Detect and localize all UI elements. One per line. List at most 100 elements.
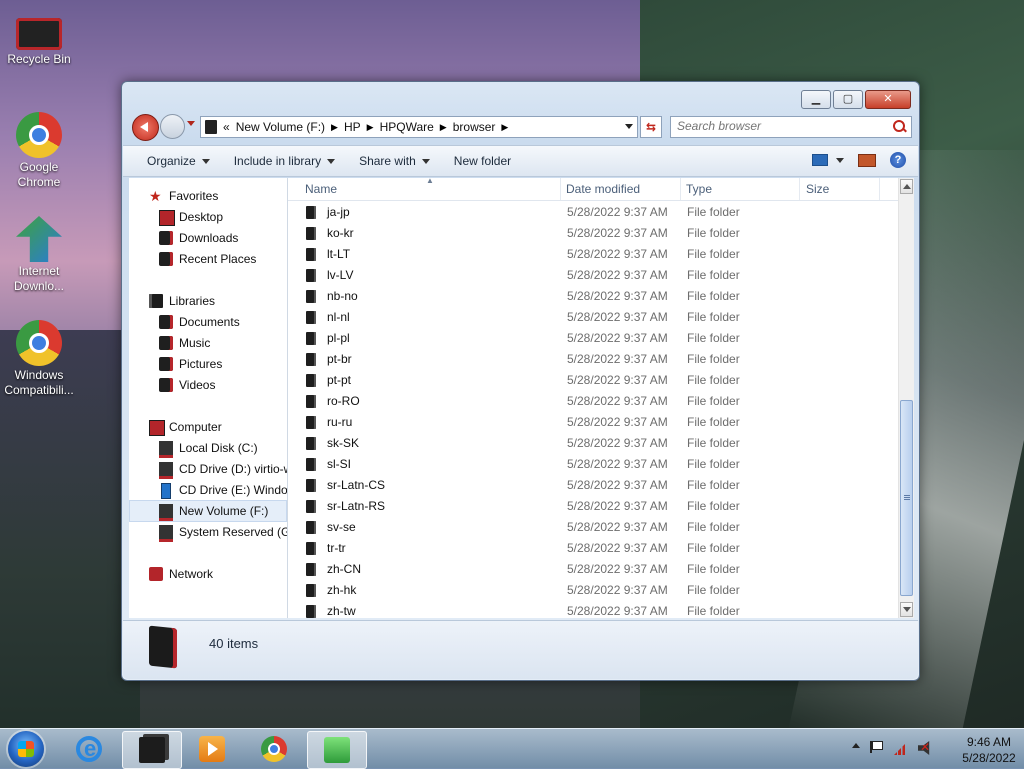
desktop-icon-internet-download-manager[interactable]: Internet Downlo... (1, 216, 77, 294)
table-row[interactable]: ko-kr 5/28/2022 9:37 AM File folder (288, 223, 888, 244)
breadcrumb-separator-icon[interactable]: ▶ (501, 122, 508, 133)
minimize-button[interactable]: ▁ (801, 90, 831, 109)
help-icon[interactable]: ? (890, 152, 906, 168)
network-signal-icon[interactable] (894, 741, 908, 755)
search-icon[interactable] (893, 120, 905, 132)
nav-downloads[interactable]: Downloads (129, 228, 287, 248)
breadcrumb-hpqware[interactable]: HPQWare (380, 120, 434, 134)
nav-local-disk-c[interactable]: Local Disk (C:) (129, 438, 287, 458)
refresh-button[interactable]: ⇆ (640, 116, 662, 138)
column-header-date-modified[interactable]: Date modified (566, 182, 640, 196)
breadcrumb-hp[interactable]: HP (344, 120, 361, 134)
new-folder-button[interactable]: New folder (442, 154, 523, 168)
nav-favorites[interactable]: ★ Favorites (129, 186, 287, 206)
scroll-grip-icon (904, 495, 910, 496)
file-date-modified: 5/28/2022 9:37 AM (567, 289, 668, 303)
table-row[interactable]: tr-tr 5/28/2022 9:37 AM File folder (288, 538, 888, 559)
nav-pictures[interactable]: Pictures (129, 354, 287, 374)
table-row[interactable]: lt-LT 5/28/2022 9:37 AM File folder (288, 244, 888, 265)
nav-network[interactable]: Network (129, 564, 287, 584)
table-row[interactable]: ru-ru 5/28/2022 9:37 AM File folder (288, 412, 888, 433)
taskbar-internet-explorer[interactable] (60, 731, 118, 767)
nav-documents[interactable]: Documents (129, 312, 287, 332)
scroll-thumb[interactable] (900, 400, 913, 596)
breadcrumb-separator-icon[interactable]: ▶ (331, 122, 338, 133)
column-header-type[interactable]: Type (686, 182, 712, 196)
address-bar[interactable]: « New Volume (F:) ▶ HP ▶ HPQWare ▶ brows… (200, 116, 638, 138)
folder-icon (306, 521, 316, 534)
table-row[interactable]: pt-pt 5/28/2022 9:37 AM File folder (288, 370, 888, 391)
scroll-up-button[interactable] (900, 179, 913, 194)
table-row[interactable]: zh-tw 5/28/2022 9:37 AM File folder (288, 601, 888, 622)
table-row[interactable]: zh-CN 5/28/2022 9:37 AM File folder (288, 559, 888, 580)
nav-cd-drive-d[interactable]: CD Drive (D:) virtio-w (129, 459, 287, 479)
breadcrumb-separator-icon[interactable]: ▶ (440, 122, 447, 133)
table-row[interactable]: pl-pl 5/28/2022 9:37 AM File folder (288, 328, 888, 349)
file-date-modified: 5/28/2022 9:37 AM (567, 541, 668, 555)
table-row[interactable]: lv-LV 5/28/2022 9:37 AM File folder (288, 265, 888, 286)
nav-new-volume-f[interactable]: New Volume (F:) (129, 500, 287, 522)
maximize-button[interactable]: ▢ (833, 90, 863, 109)
action-center-flag-icon[interactable] (870, 741, 884, 753)
organize-button[interactable]: Organize (135, 154, 222, 168)
clock[interactable]: 9:46 AM 5/28/2022 (954, 734, 1024, 766)
table-row[interactable]: sl-SI 5/28/2022 9:37 AM File folder (288, 454, 888, 475)
breadcrumb-browser[interactable]: browser (453, 120, 496, 134)
chrome-icon (16, 320, 62, 366)
table-row[interactable]: sr-Latn-RS 5/28/2022 9:37 AM File folder (288, 496, 888, 517)
start-button[interactable] (8, 731, 44, 767)
nav-computer[interactable]: Computer (129, 417, 287, 437)
search-box[interactable] (670, 116, 912, 138)
search-input[interactable] (671, 117, 887, 135)
nav-desktop[interactable]: Desktop (129, 207, 287, 227)
table-row[interactable]: ja-jp 5/28/2022 9:37 AM File folder (288, 202, 888, 223)
nav-system-reserved-g[interactable]: System Reserved (G: (129, 522, 287, 542)
column-header-size[interactable]: Size (806, 182, 829, 196)
column-divider[interactable] (680, 178, 681, 200)
nav-recent-places[interactable]: Recent Places (129, 249, 287, 269)
taskbar-windows-explorer[interactable] (122, 731, 182, 769)
forward-button[interactable] (160, 114, 185, 139)
vertical-scrollbar[interactable] (898, 178, 914, 618)
column-divider[interactable] (879, 178, 880, 200)
file-date-modified: 5/28/2022 9:37 AM (567, 331, 668, 345)
scroll-down-button[interactable] (900, 602, 913, 617)
change-view-button[interactable] (812, 154, 844, 166)
share-with-button[interactable]: Share with (347, 154, 442, 168)
table-row[interactable]: zh-hk 5/28/2022 9:37 AM File folder (288, 580, 888, 601)
desktop-icon-windows-compatibility[interactable]: Windows Compatibili... (1, 320, 77, 398)
table-row[interactable]: sr-Latn-CS 5/28/2022 9:37 AM File folder (288, 475, 888, 496)
address-dropdown-icon[interactable] (625, 124, 633, 129)
show-hidden-icons-icon[interactable] (852, 743, 860, 748)
column-header-name[interactable]: Name (305, 182, 337, 196)
preview-pane-icon[interactable] (858, 153, 876, 167)
back-button[interactable] (132, 114, 159, 141)
table-row[interactable]: sk-SK 5/28/2022 9:37 AM File folder (288, 433, 888, 454)
column-divider[interactable] (560, 178, 561, 200)
nav-cd-drive-e[interactable]: CD Drive (E:) Window (129, 480, 287, 500)
breadcrumb-separator-icon[interactable]: ▶ (367, 122, 374, 133)
table-row[interactable]: ro-RO 5/28/2022 9:37 AM File folder (288, 391, 888, 412)
desktop-icon-recycle-bin[interactable]: Recycle Bin (1, 10, 77, 67)
table-row[interactable]: sv-se 5/28/2022 9:37 AM File folder (288, 517, 888, 538)
desktop-icon-google-chrome[interactable]: Google Chrome (1, 112, 77, 190)
volume-muted-icon[interactable] (918, 741, 930, 755)
table-row[interactable]: pt-br 5/28/2022 9:37 AM File folder (288, 349, 888, 370)
table-row[interactable]: nl-nl 5/28/2022 9:37 AM File folder (288, 307, 888, 328)
taskbar-media-player[interactable] (183, 731, 241, 767)
nav-videos[interactable]: Videos (129, 375, 287, 395)
close-icon: ✕ (883, 93, 893, 105)
drive-icon (159, 504, 173, 521)
taskbar-app[interactable] (307, 731, 367, 769)
clock-time: 9:46 AM (966, 735, 1012, 749)
include-in-library-button[interactable]: Include in library (222, 154, 347, 168)
breadcrumb-new-volume[interactable]: New Volume (F:) (236, 120, 325, 134)
column-divider[interactable] (799, 178, 800, 200)
taskbar-google-chrome[interactable] (245, 731, 303, 767)
nav-libraries[interactable]: Libraries (129, 291, 287, 311)
nav-music[interactable]: Music (129, 333, 287, 353)
breadcrumb-overflow[interactable]: « (223, 120, 230, 134)
close-button[interactable]: ✕ (865, 90, 911, 109)
table-row[interactable]: nb-no 5/28/2022 9:37 AM File folder (288, 286, 888, 307)
recent-pages-dropdown[interactable] (187, 121, 195, 126)
